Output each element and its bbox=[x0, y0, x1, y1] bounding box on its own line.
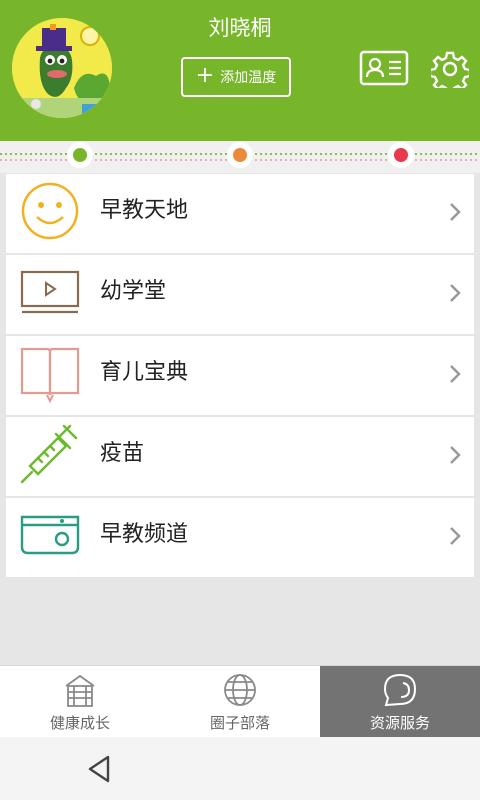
tab-health-growth[interactable]: 健康成长 bbox=[0, 666, 160, 738]
temperature-timeline bbox=[0, 141, 480, 173]
plus-icon: + bbox=[195, 63, 215, 88]
menu-item-parenting-guide[interactable]: 育儿宝典 bbox=[6, 336, 474, 415]
resource-menu: 早教天地 幼学堂 育儿宝典 疫苗 早教频道 bbox=[6, 174, 474, 579]
add-temperature-button[interactable]: + 添加温度 bbox=[181, 57, 291, 97]
chevron-right-icon bbox=[450, 446, 461, 464]
timeline-dot-orange[interactable] bbox=[227, 142, 253, 168]
back-triangle-icon[interactable] bbox=[84, 753, 116, 785]
gear-icon[interactable] bbox=[431, 50, 469, 88]
timeline-dot-green[interactable] bbox=[67, 142, 93, 168]
menu-item-label: 早教天地 bbox=[100, 198, 189, 223]
chat-bubble-icon bbox=[383, 673, 417, 707]
timeline-dot-red[interactable] bbox=[388, 142, 414, 168]
globe-icon bbox=[224, 674, 256, 706]
tab-resource-service[interactable]: 资源服务 bbox=[320, 666, 480, 738]
chevron-right-icon bbox=[450, 203, 461, 221]
tab-label: 圈子部落 bbox=[209, 714, 270, 732]
video-icon bbox=[20, 270, 80, 314]
menu-item-label: 幼学堂 bbox=[100, 279, 167, 304]
menu-item-kids-school[interactable]: 幼学堂 bbox=[6, 255, 474, 334]
menu-item-label: 疫苗 bbox=[100, 441, 145, 466]
add-temperature-label: 添加温度 bbox=[220, 70, 277, 86]
menu-item-early-education-channel[interactable]: 早教频道 bbox=[6, 498, 474, 577]
smiley-icon bbox=[21, 182, 79, 240]
header: 刘晓桐 + 添加温度 bbox=[0, 0, 480, 141]
chevron-right-icon bbox=[450, 284, 461, 302]
open-book-icon bbox=[20, 347, 80, 404]
house-icon bbox=[65, 674, 95, 707]
menu-item-label: 早教频道 bbox=[100, 522, 189, 547]
tab-label: 资源服务 bbox=[369, 714, 430, 732]
tab-circle-tribe[interactable]: 圈子部落 bbox=[160, 666, 320, 738]
menu-item-early-education[interactable]: 早教天地 bbox=[6, 174, 474, 253]
tv-box-icon bbox=[20, 515, 80, 555]
menu-item-vaccine[interactable]: 疫苗 bbox=[6, 417, 474, 496]
chevron-right-icon bbox=[450, 527, 461, 545]
syringe-icon bbox=[20, 424, 78, 484]
id-card-icon[interactable] bbox=[359, 50, 409, 86]
menu-item-label: 育儿宝典 bbox=[100, 360, 189, 385]
bottom-tab-bar: 健康成长 圈子部落 资源服务 bbox=[0, 665, 480, 738]
user-name: 刘晓桐 bbox=[208, 16, 272, 40]
tab-label: 健康成长 bbox=[49, 714, 110, 732]
system-nav-bar bbox=[0, 737, 480, 800]
chevron-right-icon bbox=[450, 365, 461, 383]
